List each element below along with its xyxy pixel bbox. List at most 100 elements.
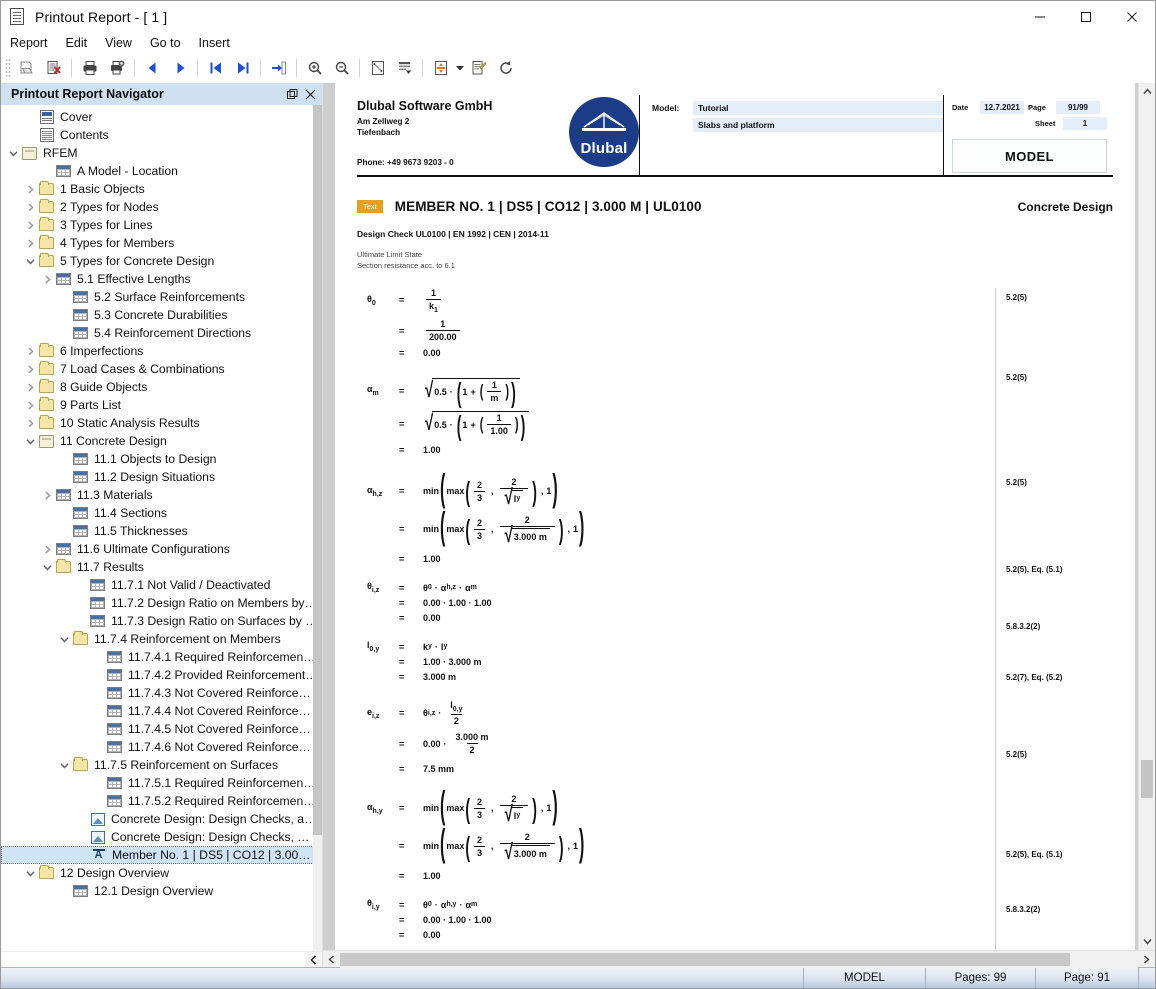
chevron-right-icon[interactable] (39, 271, 55, 287)
adjust-icon[interactable] (427, 55, 454, 81)
tree-item[interactable]: 5.4 Reinforcement Directions (1, 324, 322, 342)
chevron-right-icon[interactable] (22, 361, 38, 377)
tree-item[interactable]: 11.5 Thicknesses (1, 522, 322, 540)
tree-item[interactable]: 3 Types for Lines (1, 216, 322, 234)
tree-item[interactable]: 11.7 Results (1, 558, 322, 576)
go-to-page-icon[interactable] (265, 55, 292, 81)
last-page-icon[interactable] (229, 55, 256, 81)
menu-report[interactable]: Report (10, 34, 57, 52)
chevron-down-icon[interactable] (5, 145, 21, 161)
zoom-out-icon[interactable] (328, 55, 355, 81)
minimize-icon[interactable] (1017, 1, 1063, 32)
chevron-down-icon[interactable] (22, 253, 38, 269)
page-setup-icon[interactable] (364, 55, 391, 81)
tree-item[interactable]: Concrete Design: Design Checks, Reinforc… (1, 828, 322, 846)
tree-item[interactable]: 2 Types for Nodes (1, 198, 322, 216)
refresh-icon[interactable] (492, 55, 519, 81)
viewer-hscroll-track[interactable] (340, 950, 1138, 968)
first-page-icon[interactable] (202, 55, 229, 81)
undock-icon[interactable] (284, 86, 300, 102)
tree-item[interactable]: 5.3 Concrete Durabilities (1, 306, 322, 324)
chevron-right-icon[interactable] (22, 181, 38, 197)
report-selection-icon[interactable] (391, 55, 418, 81)
tree-item[interactable]: 1 Basic Objects (1, 180, 322, 198)
next-page-icon[interactable] (166, 55, 193, 81)
previous-page-icon[interactable] (139, 55, 166, 81)
chevron-down-icon[interactable] (22, 433, 38, 449)
viewer-vertical-scrollbar[interactable] (1138, 83, 1155, 950)
tree-item[interactable]: 11.7.4.5 Not Covered Reinforcement … (1, 720, 322, 738)
close-icon[interactable] (1109, 1, 1155, 32)
chevron-right-icon[interactable] (22, 235, 38, 251)
tree-item[interactable]: 11.7.5.1 Required Reinforcement by … (1, 774, 322, 792)
tree-item[interactable]: Cover (1, 108, 322, 126)
tree-item[interactable]: 11.7.4 Reinforcement on Members (1, 630, 322, 648)
maximize-icon[interactable] (1063, 1, 1109, 32)
viewer-hscroll-thumb[interactable] (340, 952, 1070, 966)
tree-item[interactable]: 11.7.5 Reinforcement on Surfaces (1, 756, 322, 774)
menu-goto[interactable]: Go to (150, 34, 190, 52)
scroll-right-icon[interactable] (1138, 951, 1155, 968)
tree-item[interactable]: 11.7.1 Not Valid / Deactivated (1, 576, 322, 594)
chevron-right-icon[interactable] (22, 217, 38, 233)
tree-item[interactable]: 4 Types for Members (1, 234, 322, 252)
tree-item[interactable]: 9 Parts List (1, 396, 322, 414)
chevron-right-icon[interactable] (22, 397, 38, 413)
tree-item[interactable]: 6 Imperfections (1, 342, 322, 360)
tree-item[interactable]: 7 Load Cases & Combinations (1, 360, 322, 378)
tree-item[interactable]: 10 Static Analysis Results (1, 414, 322, 432)
chevron-right-icon[interactable] (39, 487, 55, 503)
tree-item[interactable]: 11.7.4.4 Not Covered Reinforcement … (1, 702, 322, 720)
tree-item[interactable]: 5.1 Effective Lengths (1, 270, 322, 288)
tree-item[interactable]: 11.7.5.2 Required Reinforcement by S… (1, 792, 322, 810)
tree-item[interactable]: RFEM (1, 144, 322, 162)
menu-insert[interactable]: Insert (199, 34, 239, 52)
chevron-right-icon[interactable] (39, 541, 55, 557)
tree-item[interactable]: Contents (1, 126, 322, 144)
tree-item[interactable]: 11.2 Design Situations (1, 468, 322, 486)
menu-view[interactable]: View (105, 34, 141, 52)
navigator-scroll-thumb[interactable] (313, 105, 322, 835)
tree-item[interactable]: 12.1 Design Overview (1, 882, 322, 900)
tree-item[interactable]: 11.4 Sections (1, 504, 322, 522)
chevron-down-icon[interactable] (22, 865, 38, 881)
tree-item[interactable]: 5 Types for Concrete Design (1, 252, 322, 270)
tree-item[interactable]: 5.2 Surface Reinforcements (1, 288, 322, 306)
tree-item[interactable]: A Model - Location (1, 162, 322, 180)
tree-item[interactable]: 8 Guide Objects (1, 378, 322, 396)
tree-item[interactable]: 11.7.3 Design Ratio on Surfaces by Surfa… (1, 612, 322, 630)
tree-item[interactable]: 11.7.4.2 Provided Reinforcement by … (1, 666, 322, 684)
viewer-scroll-track[interactable] (1139, 100, 1155, 933)
collapse-panel-icon[interactable] (305, 951, 322, 968)
viewer-horizontal-scrollbar[interactable] (323, 950, 1155, 968)
tree-item[interactable]: 12 Design Overview (1, 864, 322, 882)
tree-item[interactable]: 11.7.4.1 Required Reinforcement by … (1, 648, 322, 666)
tree-item[interactable]: 11.7.2 Design Ratio on Members by Member (1, 594, 322, 612)
tree-item-selected[interactable]: A Member No. 1 | DS5 | CO12 | 3.000 m | U… (1, 846, 322, 864)
scroll-down-icon[interactable] (1139, 933, 1155, 950)
chevron-down-icon[interactable] (56, 757, 72, 773)
tree-item[interactable]: Concrete Design: Design Checks, as,req,1… (1, 810, 322, 828)
tree-item[interactable]: 11.3 Materials (1, 486, 322, 504)
navigator-vertical-scrollbar[interactable] (313, 105, 322, 951)
scroll-up-icon[interactable] (1139, 83, 1155, 100)
tree-item[interactable]: 11.6 Ultimate Configurations (1, 540, 322, 558)
menu-edit[interactable]: Edit (66, 34, 97, 52)
chevron-right-icon[interactable] (22, 343, 38, 359)
tree-item[interactable]: 11 Concrete Design (1, 432, 322, 450)
close-icon[interactable] (302, 86, 318, 102)
zoom-in-icon[interactable] (301, 55, 328, 81)
print-icon[interactable] (76, 55, 103, 81)
tree-item[interactable]: 11.7.4.3 Not Covered Reinforcement … (1, 684, 322, 702)
chevron-down-icon[interactable] (454, 55, 465, 81)
toolbar-grip[interactable] (5, 57, 11, 78)
print-settings-icon[interactable] (103, 55, 130, 81)
chevron-right-icon[interactable] (22, 199, 38, 215)
tree-item[interactable]: 11.7.4.6 Not Covered Reinforcement … (1, 738, 322, 756)
delete-report-icon[interactable] (40, 55, 67, 81)
chevron-right-icon[interactable] (22, 415, 38, 431)
edit-report-icon[interactable] (465, 55, 492, 81)
chevron-down-icon[interactable] (39, 559, 55, 575)
tree-item[interactable]: 11.1 Objects to Design (1, 450, 322, 468)
chevron-down-icon[interactable] (56, 631, 72, 647)
